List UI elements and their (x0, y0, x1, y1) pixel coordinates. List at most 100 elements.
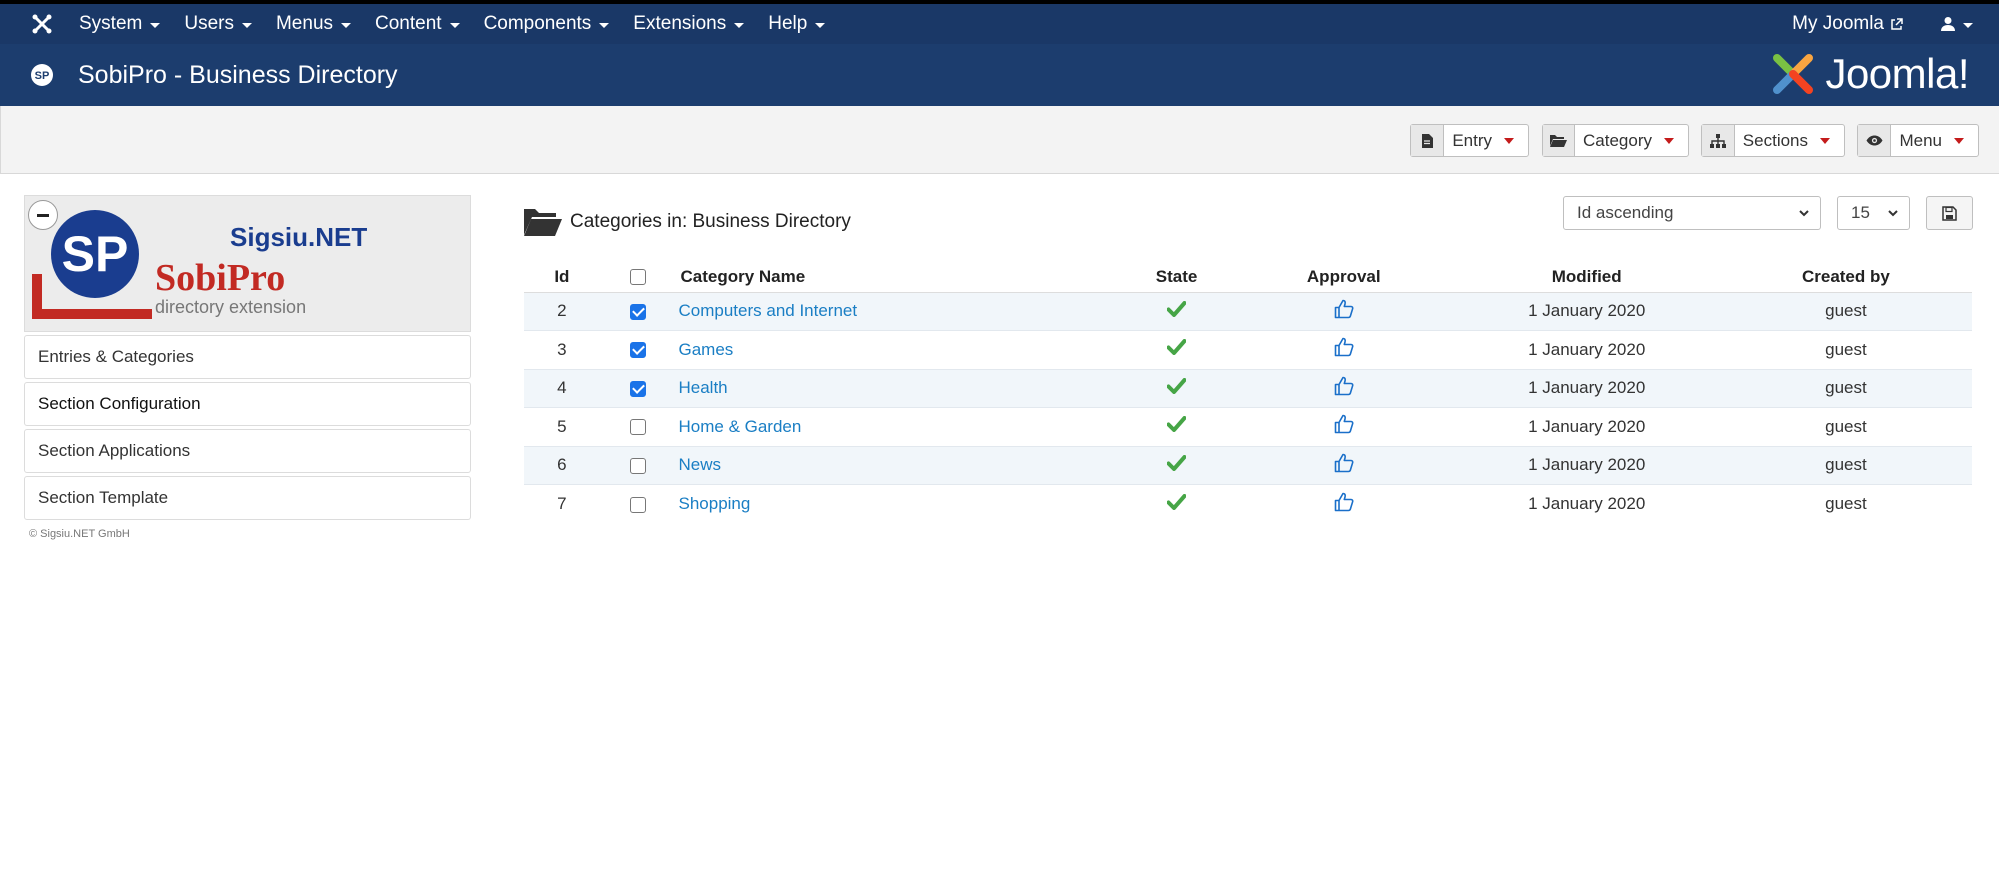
svg-text:SP: SP (62, 226, 129, 282)
column-category-name[interactable]: Category Name (675, 262, 1120, 293)
sort-order-select[interactable]: Id ascending (1563, 196, 1821, 230)
save-button[interactable] (1926, 196, 1973, 230)
sidebar-item-section-configuration[interactable]: Section Configuration (24, 382, 471, 426)
row-approval (1233, 445, 1454, 485)
check-icon[interactable] (1166, 300, 1187, 317)
menu-content[interactable]: Content (375, 13, 460, 35)
column-modified[interactable]: Modified (1453, 262, 1720, 293)
joomla-brand-icon (1773, 54, 1814, 94)
thumbs-up-icon[interactable] (1334, 414, 1354, 434)
column-approval[interactable]: Approval (1233, 262, 1454, 293)
row-approval (1233, 484, 1454, 523)
row-modified: 1 January 2020 (1453, 368, 1720, 408)
row-state (1119, 368, 1234, 408)
column-state[interactable]: State (1119, 262, 1234, 293)
admin-menu-bar: System Users Menus Content Components Ex… (0, 0, 1999, 44)
categories-table: Id Category Name State Approval Modified… (524, 262, 1972, 523)
row-checkbox[interactable] (629, 457, 646, 474)
menu-extensions[interactable]: Extensions (633, 13, 745, 35)
user-menu[interactable] (1941, 16, 1973, 32)
categories-heading: Categories in: Business Directory (524, 207, 851, 237)
check-icon[interactable] (1166, 416, 1187, 433)
sidebar-item-label: Section Template (38, 488, 169, 507)
sections-label: Sections (1742, 130, 1808, 150)
menu-help[interactable]: Help (768, 13, 826, 35)
table-row: 4 Health 1 January 2020 guest (524, 368, 1972, 408)
table-header-row: Id Category Name State Approval Modified… (524, 262, 1972, 293)
menu-menus[interactable]: Menus (276, 13, 352, 35)
collapse-sidebar-button[interactable] (28, 200, 58, 230)
sidebar-item-label: Entries & Categories (38, 347, 194, 366)
my-joomla-link[interactable]: My Joomla (1792, 13, 1903, 35)
row-checkbox[interactable] (629, 342, 646, 359)
menu-users[interactable]: Users (184, 13, 252, 35)
row-category-name: News (675, 445, 1120, 485)
category-button[interactable]: Category (1542, 124, 1689, 157)
row-id: 6 (524, 445, 600, 485)
file-icon (1411, 125, 1445, 156)
row-id: 4 (524, 368, 600, 408)
menu-label: Components (483, 13, 592, 34)
sidebar-item-entries-categories[interactable]: Entries & Categories (24, 335, 471, 379)
thumbs-up-icon[interactable] (1334, 492, 1354, 512)
check-icon[interactable] (1166, 339, 1187, 356)
row-checkbox[interactable] (629, 303, 646, 320)
table-row: 3 Games 1 January 2020 guest (524, 330, 1972, 369)
logo-text-sobipro: SobiPro (155, 257, 285, 299)
topnav-right: My Joomla (1792, 13, 1973, 35)
thumbs-up-icon[interactable] (1334, 376, 1354, 396)
caret-down-icon (150, 22, 161, 28)
row-checkbox[interactable] (629, 496, 646, 513)
row-id: 7 (524, 484, 600, 523)
column-id[interactable]: Id (524, 262, 600, 293)
check-icon[interactable] (1166, 493, 1187, 510)
row-select (599, 291, 676, 331)
column-created-by[interactable]: Created by (1719, 262, 1972, 293)
minus-icon (37, 213, 49, 217)
row-checkbox[interactable] (629, 419, 646, 436)
row-approval (1233, 291, 1454, 331)
menu-label: Help (768, 13, 808, 34)
folder-open-icon (1543, 125, 1576, 156)
logo-text-sigsiu: Sigsiu.NET (230, 222, 367, 252)
thumbs-up-icon[interactable] (1334, 453, 1354, 473)
sitemap-icon (1702, 125, 1735, 156)
thumbs-up-icon[interactable] (1334, 299, 1354, 319)
menu-label: System (79, 13, 143, 34)
caret-down-icon (734, 22, 745, 28)
sidebar-item-section-template[interactable]: Section Template (24, 476, 471, 520)
entry-button[interactable]: Entry (1410, 124, 1529, 157)
row-approval (1233, 368, 1454, 408)
table-row: 6 News 1 January 2020 guest (524, 445, 1972, 485)
category-link[interactable]: Home & Garden (679, 417, 802, 436)
check-icon[interactable] (1166, 377, 1187, 394)
row-modified: 1 January 2020 (1453, 407, 1720, 446)
caret-down-icon (449, 22, 460, 28)
category-link[interactable]: News (679, 455, 722, 474)
row-state (1119, 445, 1234, 485)
sidebar-item-section-applications[interactable]: Section Applications (24, 429, 471, 473)
category-link[interactable]: Games (679, 340, 734, 359)
row-id: 2 (524, 291, 600, 331)
category-link[interactable]: Computers and Internet (679, 301, 858, 320)
row-select (599, 445, 676, 485)
joomla-icon[interactable] (22, 13, 62, 35)
select-all-checkbox[interactable] (629, 269, 646, 286)
row-created-by: guest (1719, 291, 1972, 331)
thumbs-up-icon[interactable] (1334, 337, 1354, 357)
menu-components[interactable]: Components (484, 13, 610, 35)
list-limit-select[interactable]: 15 (1837, 196, 1910, 230)
user-icon (1941, 17, 1955, 31)
menu-system[interactable]: System (79, 13, 161, 35)
table-row: 5 Home & Garden 1 January 2020 guest (524, 407, 1972, 446)
menu-button[interactable]: Menu (1857, 124, 1979, 157)
check-icon[interactable] (1166, 454, 1187, 471)
joomla-logo: Joomla! (1769, 50, 1969, 98)
row-category-name: Computers and Internet (675, 291, 1120, 331)
category-link[interactable]: Health (679, 378, 728, 397)
sections-button[interactable]: Sections (1701, 124, 1845, 157)
caret-down-icon (815, 22, 826, 28)
category-link[interactable]: Shopping (679, 494, 751, 513)
row-checkbox[interactable] (629, 380, 646, 397)
copyright: © Sigsiu.NET GmbH (29, 528, 130, 540)
